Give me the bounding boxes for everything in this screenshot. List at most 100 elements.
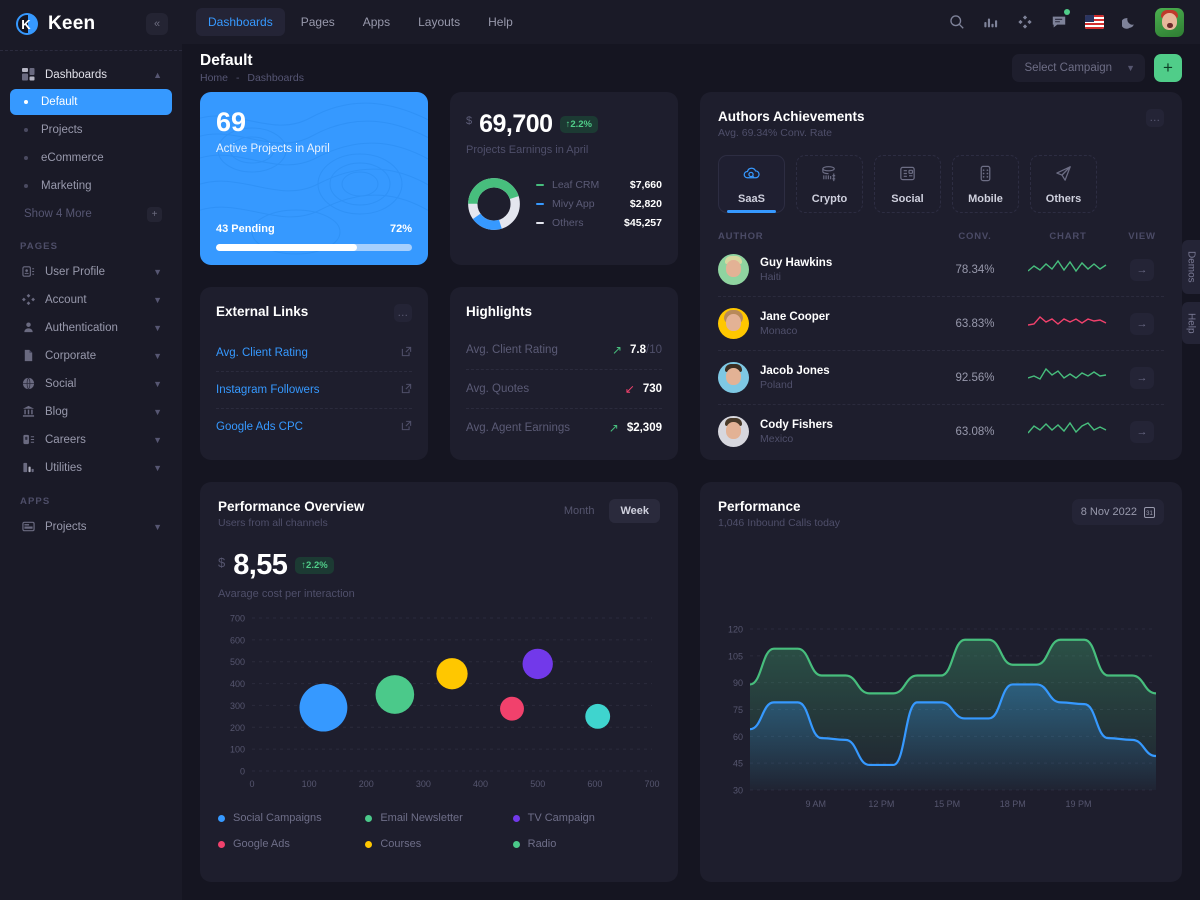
rail-tab-help[interactable]: Help bbox=[1182, 301, 1200, 345]
table-row: Cody Fishers Mexico 63.08% → bbox=[718, 404, 1164, 458]
legend-swatch bbox=[512, 814, 520, 822]
sidebar-item-dashboards[interactable]: Dashboards ▲ bbox=[10, 61, 172, 88]
view-button[interactable]: → bbox=[1130, 420, 1154, 443]
tab-others[interactable]: Others bbox=[1030, 155, 1097, 213]
external-link-item[interactable]: Google Ads CPC bbox=[216, 409, 412, 445]
tab-dashboards[interactable]: Dashboards bbox=[196, 8, 285, 37]
chevron-down-icon: ▼ bbox=[153, 350, 162, 361]
bubble-chart: 0 100 200 300 400 500 600 700 0 100 200 300 400 500 60… bbox=[230, 614, 660, 790]
legend-item: Others $45,257 bbox=[536, 217, 662, 229]
profile-card-icon bbox=[20, 265, 36, 278]
chevron-down-icon: ▼ bbox=[153, 378, 162, 389]
tab-layouts[interactable]: Layouts bbox=[406, 8, 472, 36]
change-value: 2.2% bbox=[306, 560, 328, 571]
external-link-item[interactable]: Avg. Client Rating bbox=[216, 335, 412, 372]
column-header-view: VIEW bbox=[1128, 231, 1156, 242]
table-row: Jacob Jones Poland 92.56% → bbox=[718, 350, 1164, 404]
author-country: Mexico bbox=[760, 432, 794, 445]
ellipsis-icon[interactable]: … bbox=[1146, 109, 1164, 127]
legend-item: Email Newsletter bbox=[365, 812, 512, 824]
select-campaign-dropdown[interactable]: Select Campaign ▼ bbox=[1011, 54, 1145, 83]
highlight-item: Avg. Quotes ↙ 730 bbox=[466, 370, 662, 409]
svg-text:60: 60 bbox=[733, 732, 743, 742]
us-flag-icon[interactable] bbox=[1085, 15, 1104, 30]
sidebar-item-blog[interactable]: Blog ▼ bbox=[10, 398, 172, 425]
bubble-chart-legend: Social Campaigns Email Newsletter TV Cam… bbox=[218, 812, 660, 864]
currency-symbol: $ bbox=[218, 555, 226, 570]
tab-apps[interactable]: Apps bbox=[351, 8, 402, 36]
external-link-item[interactable]: Instagram Followers bbox=[216, 372, 412, 409]
window-icon bbox=[20, 520, 36, 533]
view-button[interactable]: → bbox=[1130, 258, 1154, 281]
sidebar-item-user-profile[interactable]: User Profile ▼ bbox=[10, 258, 172, 285]
legend-swatch bbox=[218, 814, 225, 822]
add-button[interactable]: + bbox=[1154, 54, 1182, 83]
percent-label: 72% bbox=[389, 223, 412, 235]
legend-label: Others bbox=[552, 217, 584, 229]
table-row: Jane Cooper Monaco 63.83% → bbox=[718, 296, 1164, 350]
chevron-down-icon: ▼ bbox=[153, 521, 162, 532]
currency-symbol: $ bbox=[466, 115, 473, 127]
performance-overview-title: Performance Overview bbox=[218, 499, 365, 514]
external-link-icon bbox=[401, 346, 412, 360]
briefcase-list-icon bbox=[20, 433, 36, 446]
ellipsis-icon[interactable]: … bbox=[394, 304, 412, 322]
search-icon[interactable] bbox=[949, 14, 965, 30]
sidebar-item-label: Dashboards bbox=[45, 68, 108, 81]
news-icon bbox=[898, 164, 917, 186]
highlights-card: Highlights Avg. Client Rating ↗ 7.8/10 A bbox=[450, 287, 678, 460]
chat-icon[interactable] bbox=[1051, 9, 1070, 30]
moon-icon[interactable] bbox=[1122, 15, 1137, 30]
breadcrumb-home[interactable]: Home bbox=[200, 72, 228, 84]
authors-subtitle: Avg. 69.34% Conv. Rate bbox=[718, 127, 833, 139]
sparkline-chart bbox=[1016, 257, 1120, 282]
tab-saas[interactable]: SaaS bbox=[718, 155, 785, 213]
svg-text:300: 300 bbox=[416, 779, 431, 789]
bar-chart-icon[interactable] bbox=[983, 14, 999, 30]
view-button[interactable]: → bbox=[1130, 312, 1154, 335]
sidebar-show-more[interactable]: Show 4 More + bbox=[10, 201, 172, 227]
sidebar-item-corporate[interactable]: Corporate ▼ bbox=[10, 342, 172, 369]
sidebar-item-default[interactable]: Default bbox=[10, 89, 172, 115]
brand-name: Keen bbox=[48, 13, 96, 34]
legend-label: Courses bbox=[380, 838, 422, 850]
sidebar-item-apps-projects[interactable]: Projects ▼ bbox=[10, 513, 172, 540]
tab-label: Others bbox=[1045, 192, 1082, 205]
rail-tab-demos[interactable]: Demos bbox=[1182, 240, 1200, 294]
active-projects-number: 69 bbox=[216, 107, 247, 137]
avatar bbox=[718, 308, 749, 339]
sidebar-item-marketing[interactable]: Marketing bbox=[10, 173, 172, 199]
svg-text:700: 700 bbox=[230, 614, 245, 624]
avatar[interactable] bbox=[1155, 7, 1184, 37]
sidebar-item-careers[interactable]: Careers ▼ bbox=[10, 426, 172, 453]
tab-pages[interactable]: Pages bbox=[289, 8, 347, 36]
tab-mobile[interactable]: Mobile bbox=[952, 155, 1019, 213]
right-rail: Demos Help bbox=[1182, 240, 1200, 345]
tab-crypto[interactable]: Crypto bbox=[796, 155, 863, 213]
sidebar-item-account[interactable]: Account ▼ bbox=[10, 286, 172, 313]
external-link-label: Instagram Followers bbox=[216, 384, 320, 396]
highlight-number: 7.8 bbox=[630, 344, 646, 356]
column-right: Authors Achievements Avg. 69.34% Conv. R… bbox=[700, 92, 1182, 460]
svg-text:15 PM: 15 PM bbox=[934, 799, 960, 809]
view-button[interactable]: → bbox=[1130, 366, 1154, 389]
nodes-icon[interactable] bbox=[1017, 14, 1033, 30]
range-month[interactable]: Month bbox=[553, 499, 606, 523]
sidebar-collapse-button[interactable]: « bbox=[146, 13, 168, 35]
sidebar-item-social[interactable]: Social ▼ bbox=[10, 370, 172, 397]
sidebar-item-authentication[interactable]: Authentication ▼ bbox=[10, 314, 172, 341]
tab-help[interactable]: Help bbox=[476, 8, 525, 36]
range-week[interactable]: Week bbox=[609, 499, 660, 523]
date-picker[interactable]: 8 Nov 2022 31 bbox=[1071, 499, 1164, 525]
legend-value: $2,820 bbox=[629, 198, 662, 210]
plus-icon[interactable]: + bbox=[147, 206, 162, 222]
sidebar-item-ecommerce[interactable]: eCommerce bbox=[10, 145, 172, 171]
tab-social[interactable]: Social bbox=[874, 155, 941, 213]
external-link-label: Avg. Client Rating bbox=[216, 347, 308, 359]
sidebar-item-label: Careers bbox=[45, 433, 86, 446]
highlight-item: Avg. Agent Earnings ↗ $2,309 bbox=[466, 409, 662, 447]
sidebar-item-utilities[interactable]: Utilities ▼ bbox=[10, 454, 172, 481]
sidebar-item-projects[interactable]: Projects bbox=[10, 117, 172, 143]
column-header-conv: CONV. bbox=[958, 231, 992, 242]
legend-label: Radio bbox=[527, 838, 557, 850]
